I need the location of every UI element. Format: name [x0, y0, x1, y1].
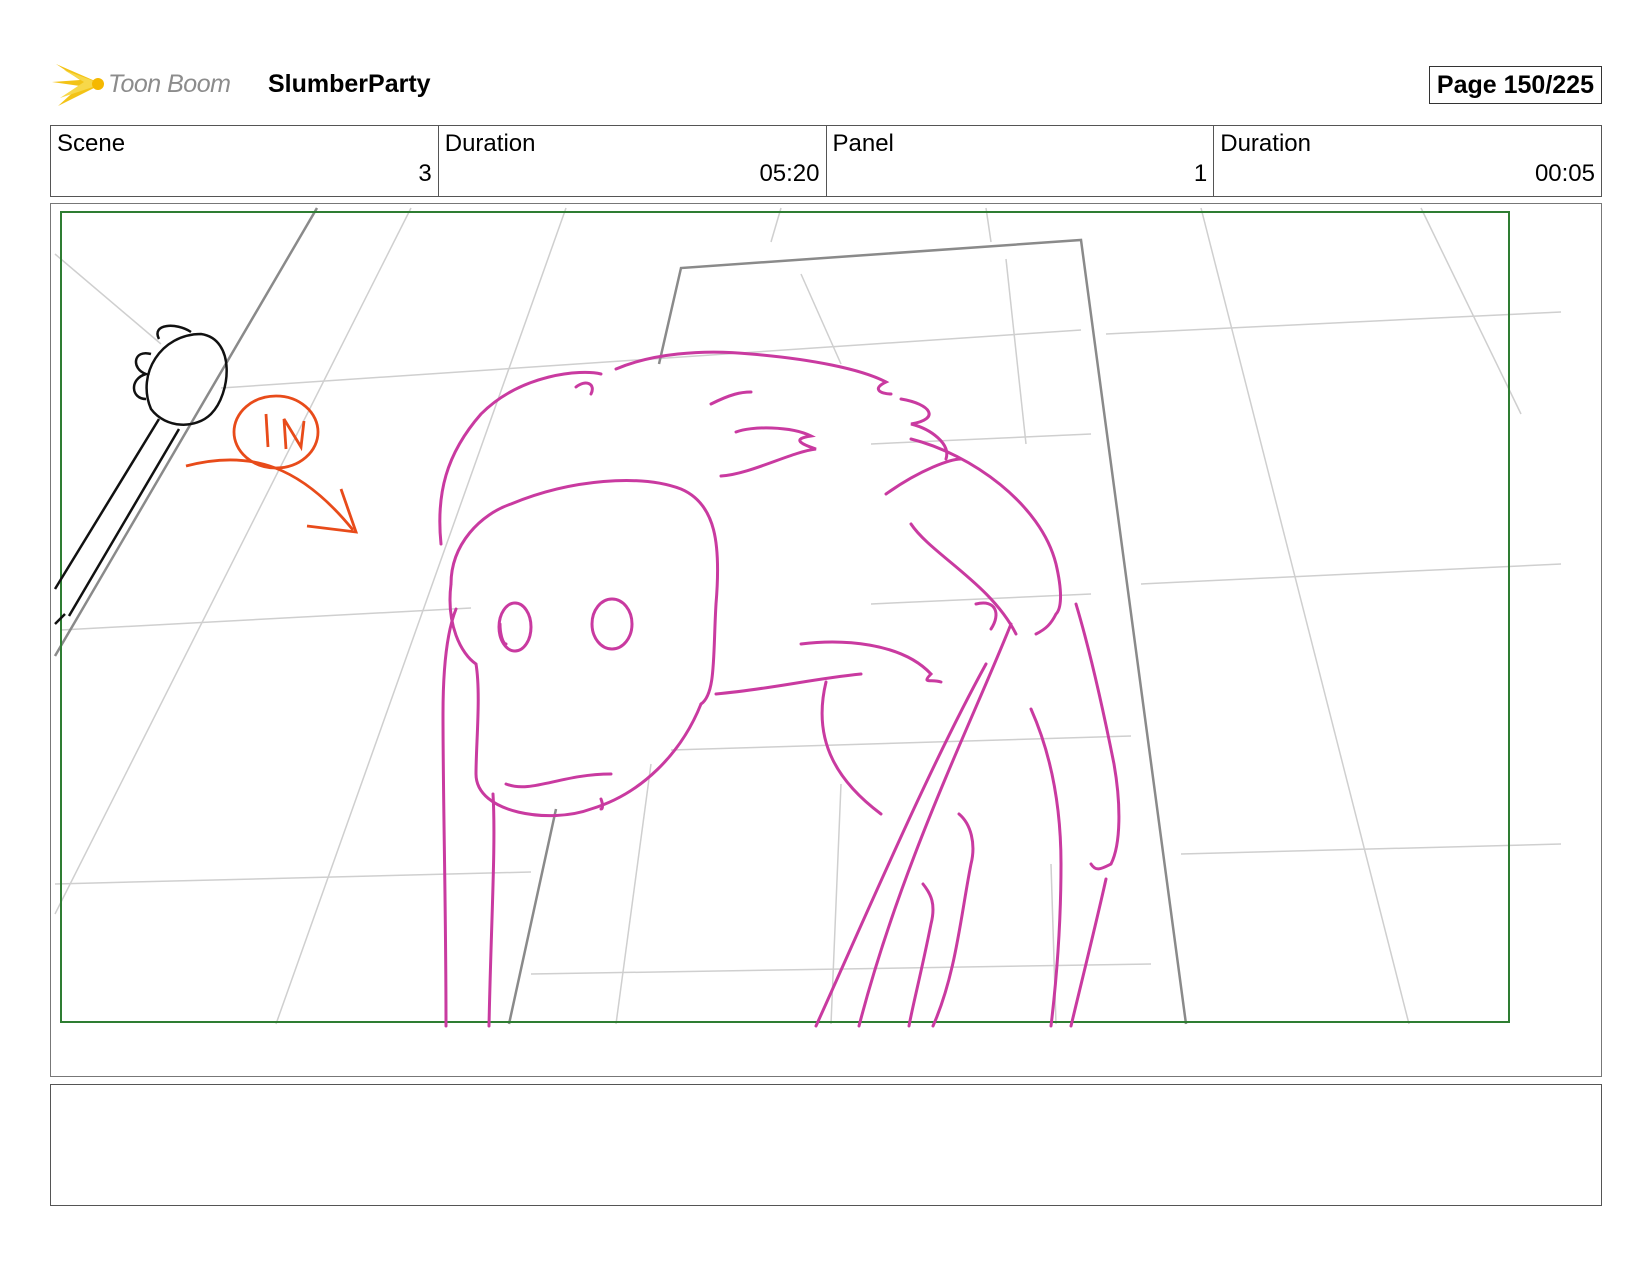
door-frame	[53, 207, 1188, 1025]
starburst-icon	[52, 64, 104, 106]
panel-value: 1	[1193, 160, 1208, 187]
scene-cell: Scene 3	[51, 126, 439, 196]
toon-boom-logo: Toon Boom	[50, 58, 250, 112]
scene-duration-label: Duration	[444, 130, 536, 157]
storyboard-panel	[50, 203, 1602, 1077]
safe-area-frame	[60, 211, 1510, 1023]
scene-label: Scene	[57, 130, 126, 157]
project-title: SlumberParty	[268, 70, 431, 98]
scene-duration-value: 05:20	[759, 160, 820, 187]
floor-grid	[54, 207, 1562, 1025]
panel-sketch	[53, 207, 1562, 1028]
boom-mic-sketch	[53, 324, 228, 625]
panel-label: Panel	[832, 130, 894, 157]
panel-duration-value: 00:05	[1534, 160, 1595, 187]
storyboard-header: Toon Boom SlumberParty Page 150/225	[50, 58, 1602, 112]
panel-cell: Panel 1	[827, 126, 1215, 196]
logo-text: Toon Boom	[108, 70, 231, 98]
scene-value: 3	[418, 160, 432, 187]
scene-duration-cell: Duration 05:20	[439, 126, 827, 196]
move-in-arrow	[185, 394, 359, 534]
panel-notes-box[interactable]	[50, 1084, 1602, 1206]
panel-duration-cell: Duration 00:05	[1214, 126, 1601, 196]
creature-sketch	[438, 350, 1121, 1028]
scene-info-table: Scene 3 Duration 05:20 Panel 1 Duration …	[50, 125, 1602, 197]
page-number: Page 150/225	[1428, 66, 1602, 104]
panel-duration-label: Duration	[1220, 130, 1311, 157]
